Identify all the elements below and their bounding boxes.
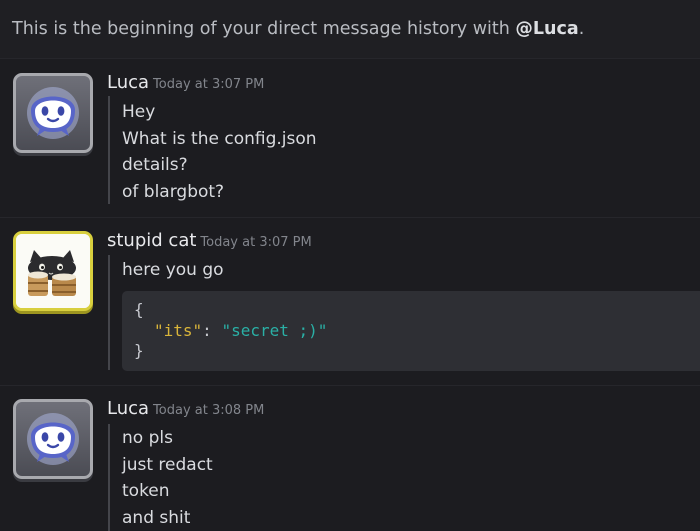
code-value: "secret ;)" (221, 321, 328, 340)
message-group-luca-1 (0, 59, 700, 217)
message-line: What is the config.json (122, 128, 317, 149)
message-line: no pls (122, 428, 173, 448)
message-header: Luca Today at 3:07 PM (107, 72, 264, 93)
dm-intro-text: This is the beginning of your direct mes… (12, 19, 584, 39)
message-line: details? (122, 155, 188, 176)
message-accent-bar (108, 255, 110, 370)
code-block[interactable]: { "its": "secret ;)" } (122, 291, 700, 371)
message-body: Hey What is the config.json details? of … (122, 99, 317, 205)
message-line: and shit (122, 507, 191, 528)
message-line: Hey (122, 102, 156, 122)
message-body: no pls just redact token and shit (122, 425, 213, 531)
message-accent-bar (108, 96, 110, 204)
avatar-stupid-cat[interactable] (13, 231, 93, 311)
message-header: Luca Today at 3:08 PM (107, 398, 264, 419)
discord-blob-icon (27, 87, 79, 139)
message-line: of blargbot? (122, 181, 225, 202)
message-accent-bar (108, 424, 110, 531)
message-header: stupid cat Today at 3:07 PM (107, 230, 312, 251)
avatar-luca[interactable] (13, 73, 93, 153)
author-name[interactable]: Luca (107, 398, 149, 419)
message-line: here you go (122, 260, 224, 280)
code-line-open: { (134, 300, 144, 319)
timestamp[interactable]: Today at 3:07 PM (200, 235, 311, 250)
avatar-luca[interactable] (13, 399, 93, 479)
dm-intro-mention[interactable]: @Luca (515, 19, 578, 39)
author-name[interactable]: stupid cat (107, 230, 196, 251)
code-line-close: } (134, 341, 144, 360)
dm-chat-view: This is the beginning of your direct mes… (0, 0, 700, 531)
code-key: "its" (154, 321, 203, 340)
discord-blob-icon (27, 413, 79, 465)
message-body: here you go (122, 257, 224, 284)
message-group-luca-2 (0, 386, 700, 531)
code-colon: : (202, 321, 222, 340)
timestamp[interactable]: Today at 3:07 PM (153, 77, 264, 92)
dm-intro-banner: This is the beginning of your direct mes… (0, 0, 700, 58)
author-name[interactable]: Luca (107, 72, 149, 93)
dm-intro-label: This is the beginning of your direct mes… (12, 19, 516, 39)
code-line-entry: "its": "secret ;)" (154, 321, 327, 340)
message-line: token (122, 481, 170, 502)
timestamp[interactable]: Today at 3:08 PM (153, 403, 264, 418)
message-line: just redact (122, 454, 213, 475)
dm-intro-period: . (578, 19, 585, 39)
cat-bongo-drums-icon (16, 234, 90, 308)
